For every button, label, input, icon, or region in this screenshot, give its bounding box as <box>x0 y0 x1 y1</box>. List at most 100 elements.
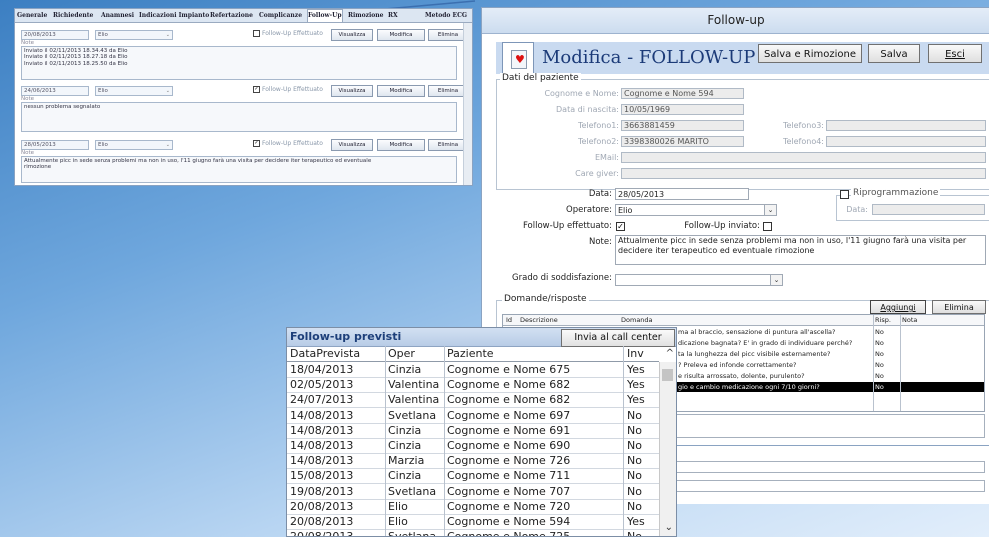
table-row[interactable]: 14/08/2013 Marzia Cognome e Nome 726 No <box>287 453 659 470</box>
col-note-header: Nota <box>902 316 918 324</box>
tab-metodo-ecg[interactable]: Metodo ECG <box>425 10 467 21</box>
tab-complicanze[interactable]: Complicanze <box>259 10 302 21</box>
table-header: DataPrevista Oper Paziente Inv <box>287 346 659 362</box>
table-row[interactable]: 18/04/2013 Cinzia Cognome e Nome 675 Yes <box>287 362 659 378</box>
followup-done-checkbox[interactable]: ✓ <box>616 222 625 231</box>
elimina-button[interactable]: Elimina <box>428 139 468 151</box>
modifica-button[interactable]: Modifica <box>377 85 425 97</box>
satisfaction-select[interactable]: ⌄ <box>615 274 783 286</box>
tab-indicazioni-impianto[interactable]: Indicazioni Impianto <box>139 10 209 21</box>
vertical-scrollbar[interactable] <box>659 362 676 536</box>
record-followup-checkbox[interactable]: ✓ Follow-Up Effettuato <box>253 140 323 147</box>
operator-cell: Valentina <box>388 393 440 407</box>
operator-value: Elio <box>618 206 633 215</box>
expected-date-cell: 15/08/2013 <box>290 469 354 483</box>
col-expected-date-header[interactable]: DataPrevista <box>290 346 386 361</box>
extra-field[interactable] <box>676 480 985 492</box>
expected-date-cell: 14/08/2013 <box>290 439 354 452</box>
record-operator-select[interactable]: Elio ⌄ <box>95 30 173 40</box>
elimina-button[interactable]: Elimina <box>428 85 468 97</box>
column-divider <box>444 346 445 536</box>
elimina-button[interactable]: Elimina <box>428 29 468 41</box>
patient-data-legend: Dati del paziente <box>500 73 581 83</box>
expected-date-cell: 14/08/2013 <box>290 454 354 468</box>
tel3-field[interactable] <box>826 120 986 131</box>
patient-cell: Cognome e Nome 682 <box>447 378 571 392</box>
checkmark-icon: ✓ <box>253 140 260 147</box>
record-date-field[interactable]: 28/05/2013 <box>21 140 89 150</box>
reprogram-checkbox[interactable] <box>840 190 849 199</box>
table-row[interactable]: 02/05/2013 Valentina Cognome e Nome 682 Yes <box>287 377 659 394</box>
record-followup-checkbox[interactable]: Follow-Up Effettuato <box>253 30 323 37</box>
table-row[interactable]: 15/08/2013 Cinzia Cognome e Nome 711 No <box>287 468 659 485</box>
table-row[interactable]: 14/08/2013 Cinzia Cognome e Nome 691 No <box>287 423 659 439</box>
record-note-field[interactable]: Attualmente picc in sede senza problemi … <box>21 156 457 183</box>
qa-legend: Domande/risposte <box>502 294 589 304</box>
patient-cell: Cognome e Nome 707 <box>447 484 571 498</box>
answer-detail-field[interactable] <box>662 414 985 438</box>
record-operator-value: Elio <box>98 142 108 148</box>
followup-sent-checkbox[interactable] <box>763 222 772 231</box>
page-title: Modifica - FOLLOW-UP <box>542 47 756 68</box>
operator-select[interactable]: Elio ⌄ <box>615 204 777 216</box>
record-date-field[interactable]: 24/06/2013 <box>21 86 89 96</box>
tel1-field[interactable]: 3663881459 <box>621 120 744 131</box>
send-to-call-center-button[interactable]: Invia al call center <box>561 329 675 347</box>
save-and-remove-button[interactable]: Salva e Rimozione <box>758 44 862 63</box>
modifica-button[interactable]: Modifica <box>377 29 425 41</box>
tel2-field[interactable]: 3398380026 MARITO <box>621 136 744 147</box>
visualizza-button[interactable]: Visualizza <box>331 139 373 151</box>
tab-follow-up[interactable]: Follow-Up <box>307 9 343 22</box>
record-note-field[interactable]: nessun problema segnalato <box>21 102 457 132</box>
table-row[interactable]: 20/08/2013 Elio Cognome e Nome 720 No <box>287 499 659 515</box>
exit-button[interactable]: Esci <box>928 44 982 63</box>
col-operator-header[interactable]: Oper <box>388 346 444 361</box>
dob-field[interactable]: 10/05/1969 <box>621 104 744 115</box>
reprogram-date-field[interactable] <box>872 204 985 215</box>
table-row[interactable]: 19/08/2013 Svetlana Cognome e Nome 707 No <box>287 484 659 500</box>
scrollbar-thumb[interactable] <box>662 369 673 381</box>
table-row[interactable]: 14/08/2013 Cinzia Cognome e Nome 690 No <box>287 438 659 454</box>
tab-anamnesi[interactable]: Anamnesi <box>101 10 134 21</box>
modifica-button[interactable]: Modifica <box>377 139 425 151</box>
col-sent-header[interactable]: Inv <box>627 346 657 361</box>
note-field[interactable]: Attualmente picc in sede senza problemi … <box>615 235 986 265</box>
qa-answer: No <box>875 350 884 358</box>
record-operator-select[interactable]: Elio ⌄ <box>95 86 173 96</box>
qa-question: dicazione bagnata? E' in grado di indivi… <box>678 339 853 347</box>
email-field[interactable] <box>621 152 986 163</box>
tab-rx[interactable]: RX <box>388 10 398 21</box>
operator-cell: Marzia <box>388 454 425 468</box>
record-date-field[interactable]: 20/08/2013 <box>21 30 89 40</box>
operator-cell: Cinzia <box>388 363 422 376</box>
record-note-field[interactable]: Inviato il 02/11/2013 18.34.43 da Elio I… <box>21 46 457 80</box>
caregiver-field[interactable] <box>621 168 986 179</box>
table-row[interactable]: 20/08/2013 Elio Cognome e Nome 594 Yes <box>287 514 659 530</box>
extra-field[interactable] <box>676 461 985 473</box>
add-answer-button[interactable]: Aggiungi <box>870 300 926 314</box>
reprogram-legend: Riprogrammazione <box>851 188 941 198</box>
col-patient-header[interactable]: Paziente <box>447 346 622 361</box>
chevron-down-icon[interactable]: ⌄ <box>665 522 673 533</box>
save-button[interactable]: Salva <box>868 44 920 63</box>
checkmark-icon: ✓ <box>617 222 624 231</box>
col-answer-header: Risp. <box>875 316 891 324</box>
record-followup-label: Follow-Up Effettuato <box>262 140 323 147</box>
delete-answer-button[interactable]: Elimina <box>932 300 986 314</box>
tab-generale[interactable]: Generale <box>17 10 47 21</box>
tel4-field[interactable] <box>826 136 986 147</box>
vertical-scrollbar[interactable] <box>463 23 472 185</box>
visualizza-button[interactable]: Visualizza <box>331 29 373 41</box>
table-row[interactable]: 20/08/2013 Svetlana Cognome e Nome 725 No <box>287 529 659 536</box>
name-field[interactable]: Cognome e Nome 594 <box>621 88 744 99</box>
chevron-up-icon[interactable]: ^ <box>666 348 674 359</box>
table-row[interactable]: 24/07/2013 Valentina Cognome e Nome 682 Yes <box>287 392 659 409</box>
date-field[interactable]: 28/05/2013 <box>615 188 749 200</box>
record-operator-select[interactable]: Elio ⌄ <box>95 140 173 150</box>
record-followup-checkbox[interactable]: ✓ Follow-Up Effettuato <box>253 86 323 93</box>
tab-rimozione[interactable]: Rimozione <box>348 10 383 21</box>
visualizza-button[interactable]: Visualizza <box>331 85 373 97</box>
tab-refertazione[interactable]: Refertazione <box>210 10 253 21</box>
tab-richiedente[interactable]: Richiedente <box>53 10 93 21</box>
table-row[interactable]: 14/08/2013 Svetlana Cognome e Nome 697 No <box>287 408 659 424</box>
